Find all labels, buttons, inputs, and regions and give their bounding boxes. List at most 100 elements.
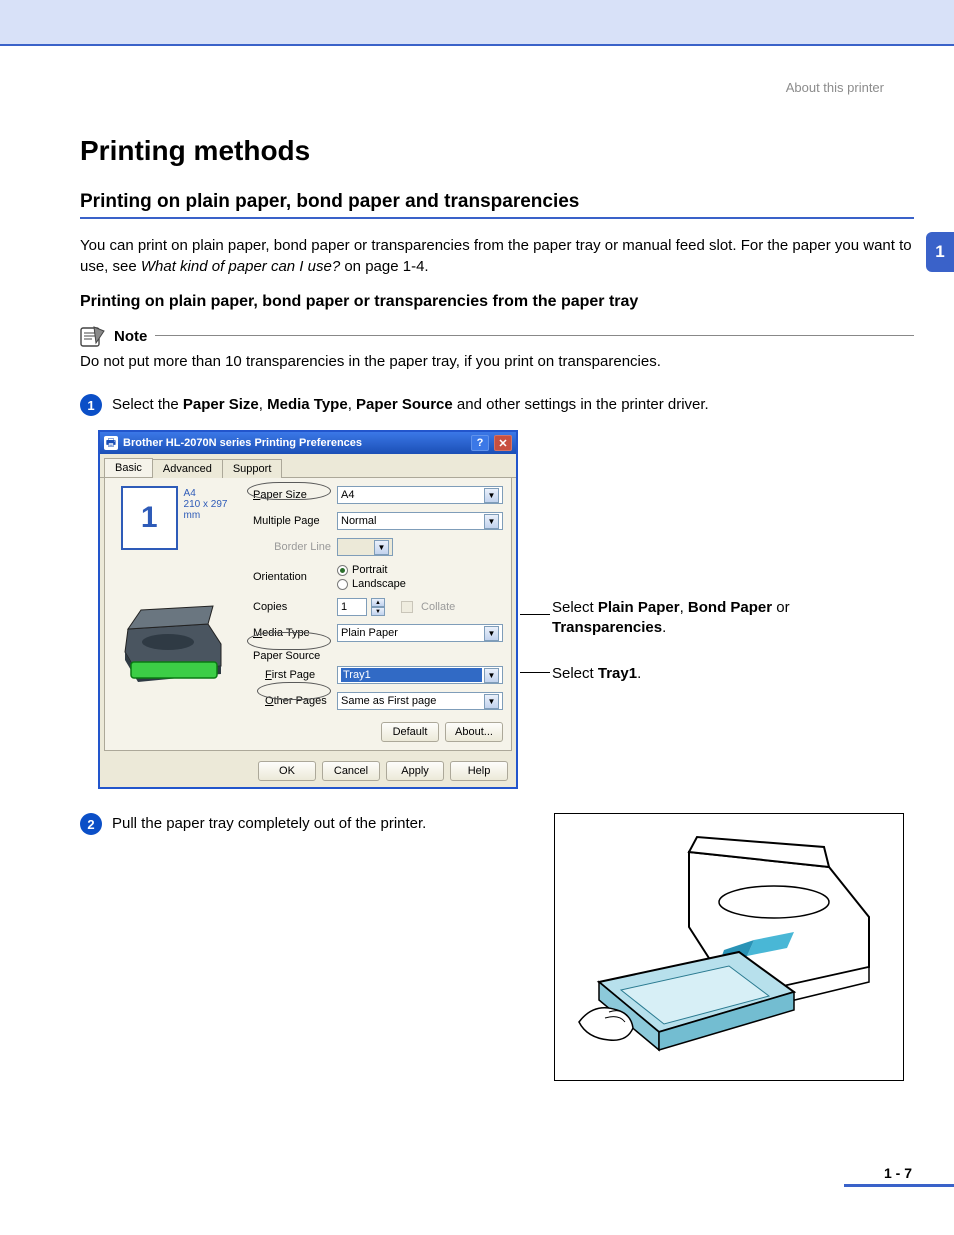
dropdown-value: Tray1 bbox=[341, 668, 482, 682]
chevron-down-icon: ▼ bbox=[484, 488, 499, 503]
divider bbox=[155, 335, 914, 336]
panel-left: 1 A4 210 x 297 mm bbox=[113, 486, 243, 742]
chevron-down-icon: ▼ bbox=[484, 514, 499, 529]
dropdown-border-line: ▼ bbox=[337, 538, 393, 556]
subsection-heading: Printing on plain paper, bond paper or t… bbox=[80, 293, 914, 311]
step-bullet-icon: 1 bbox=[80, 394, 102, 416]
dialog-bottom-buttons: OK Cancel Apply Help bbox=[100, 755, 516, 787]
checkbox-collate bbox=[401, 601, 413, 613]
note-label: Note bbox=[114, 328, 147, 345]
label-paper-size: Paper Size bbox=[253, 489, 331, 501]
chevron-down-icon: ▼ bbox=[484, 694, 499, 709]
dropdown-first-page[interactable]: Tray1 ▼ bbox=[337, 666, 503, 684]
preview-dims: 210 x 297 mm bbox=[184, 499, 243, 521]
radio-label: Landscape bbox=[352, 578, 406, 590]
dropdown-multiple-page[interactable]: Normal ▼ bbox=[337, 512, 503, 530]
page-number-rule bbox=[844, 1184, 954, 1187]
tab-support[interactable]: Support bbox=[222, 459, 283, 478]
section-heading: Printing on plain paper, bond paper and … bbox=[80, 191, 914, 213]
radio-landscape[interactable]: Landscape bbox=[337, 578, 503, 590]
help-button[interactable]: ? bbox=[471, 435, 489, 451]
apply-button[interactable]: Apply bbox=[386, 761, 444, 781]
radio-dot-icon bbox=[337, 579, 348, 590]
label-paper-source: Paper Source bbox=[253, 650, 503, 662]
chevron-down-icon: ▼ bbox=[374, 540, 389, 555]
text-bold: Paper Source bbox=[356, 396, 453, 413]
callout-first-page: Select Tray1. bbox=[552, 664, 641, 684]
ok-button[interactable]: OK bbox=[258, 761, 316, 781]
radio-label: Portrait bbox=[352, 564, 387, 576]
dropdown-paper-size[interactable]: A4 ▼ bbox=[337, 486, 503, 504]
text-bold: Paper Size bbox=[183, 396, 259, 413]
intro-text-post: on page 1-4. bbox=[344, 258, 428, 275]
printing-preferences-dialog: 🖶 Brother HL-2070N series Printing Prefe… bbox=[98, 430, 518, 789]
text: , bbox=[259, 396, 267, 413]
label-multiple-page: Multiple Page bbox=[253, 515, 331, 527]
label-copies: Copies bbox=[253, 601, 331, 613]
dropdown-value: A4 bbox=[341, 489, 484, 501]
label-collate: Collate bbox=[421, 601, 455, 613]
dropdown-media-type[interactable]: Plain Paper ▼ bbox=[337, 624, 503, 642]
step-2-text: Pull the paper tray completely out of th… bbox=[112, 813, 426, 832]
step-1: 1 Select the Paper Size, Media Type, Pap… bbox=[80, 394, 914, 416]
radio-portrait[interactable]: Portrait bbox=[337, 564, 503, 576]
note-icon bbox=[80, 325, 106, 347]
text: aper Size bbox=[260, 489, 306, 501]
intro-paragraph: You can print on plain paper, bond paper… bbox=[80, 235, 914, 277]
spinner-up-icon[interactable]: ▲ bbox=[371, 598, 385, 607]
callout-leader-line bbox=[520, 614, 550, 615]
copies-input[interactable]: 1 bbox=[337, 598, 367, 616]
text: . bbox=[637, 665, 641, 682]
about-button[interactable]: About... bbox=[445, 722, 503, 742]
text: Select bbox=[552, 665, 598, 682]
dropdown-other-pages[interactable]: Same as First page ▼ bbox=[337, 692, 503, 710]
close-button[interactable]: ✕ bbox=[494, 435, 512, 451]
text: , bbox=[680, 599, 688, 616]
spinner-down-icon[interactable]: ▼ bbox=[371, 607, 385, 616]
text-bold: Media Type bbox=[267, 396, 348, 413]
text-bold: Tray1 bbox=[598, 665, 637, 682]
paper-preview: 1 bbox=[121, 486, 178, 550]
step-1-text: Select the Paper Size, Media Type, Paper… bbox=[112, 394, 709, 413]
breadcrumb: About this printer bbox=[80, 80, 884, 95]
note-text: Do not put more than 10 transparencies i… bbox=[80, 353, 914, 370]
intro-link[interactable]: What kind of paper can I use? bbox=[141, 258, 340, 275]
dialog-panel: 1 A4 210 x 297 mm bbox=[104, 478, 512, 751]
cancel-button[interactable]: Cancel bbox=[322, 761, 380, 781]
callout-media-type: Select Plain Paper, Bond Paper or Transp… bbox=[552, 598, 790, 637]
text: and other settings in the printer driver… bbox=[453, 396, 709, 413]
label-orientation: Orientation bbox=[253, 571, 331, 583]
text-bold: Transparencies bbox=[552, 619, 662, 636]
app-icon: 🖶 bbox=[104, 436, 118, 450]
chevron-down-icon: ▼ bbox=[484, 626, 499, 641]
paper-tray-figure bbox=[554, 813, 904, 1081]
help-button[interactable]: Help bbox=[450, 761, 508, 781]
dialog-title: Brother HL-2070N series Printing Prefere… bbox=[123, 437, 466, 449]
panel-right: Paper Size A4 ▼ Multiple Page Normal ▼ bbox=[253, 486, 503, 742]
text-bold: Bond Paper bbox=[688, 599, 772, 616]
text: Select the bbox=[112, 396, 183, 413]
printer-illustration bbox=[113, 594, 233, 684]
label-other-pages: Other Pages bbox=[253, 695, 331, 707]
page-title: Printing methods bbox=[80, 135, 914, 167]
label-border-line: Border Line bbox=[253, 541, 331, 553]
tab-basic[interactable]: Basic bbox=[104, 458, 153, 477]
callout-leader-line bbox=[520, 672, 550, 673]
header-band bbox=[0, 0, 954, 44]
tab-strip: Basic Advanced Support bbox=[100, 454, 516, 478]
dropdown-value: Plain Paper bbox=[341, 627, 484, 639]
chevron-down-icon: ▼ bbox=[484, 668, 499, 683]
dropdown-value: Normal bbox=[341, 515, 484, 527]
label-first-page: First Page bbox=[253, 669, 331, 681]
header-rule bbox=[0, 44, 954, 46]
note-header: Note bbox=[80, 325, 914, 347]
dialog-titlebar: 🖶 Brother HL-2070N series Printing Prefe… bbox=[100, 432, 516, 454]
preview-size: A4 bbox=[184, 488, 243, 499]
text: or bbox=[772, 599, 790, 616]
radio-dot-icon bbox=[337, 565, 348, 576]
tab-advanced[interactable]: Advanced bbox=[152, 459, 223, 478]
step-bullet-icon: 2 bbox=[80, 813, 102, 835]
label-media-type: Media Type bbox=[253, 627, 331, 639]
default-button[interactable]: Default bbox=[381, 722, 439, 742]
chapter-side-tab: 1 bbox=[926, 232, 954, 272]
